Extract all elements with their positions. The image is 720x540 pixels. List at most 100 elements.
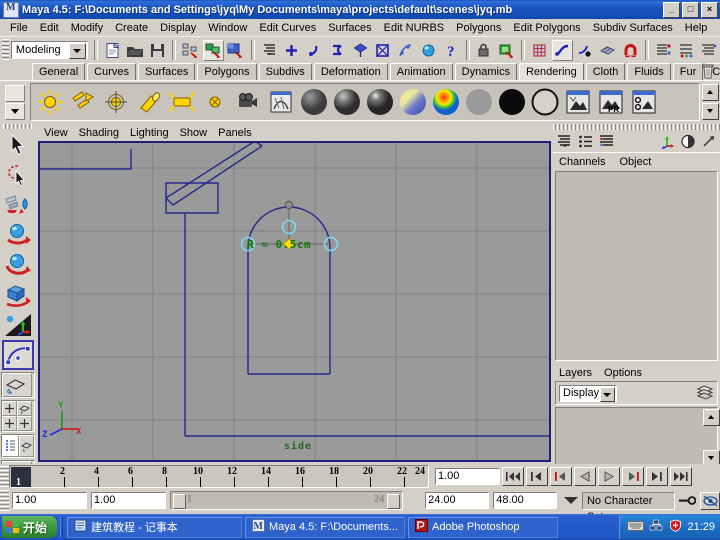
taskbar-item-maya[interactable]: M Maya 4.5: F:\Documents... xyxy=(245,516,406,538)
universal-manipulator-tool[interactable] xyxy=(2,310,34,340)
surface-shader-icon[interactable] xyxy=(462,86,495,119)
select-by-component-icon[interactable] xyxy=(226,40,247,61)
playback-end-time-field[interactable]: 24.00 xyxy=(425,492,490,509)
point-light-icon[interactable] xyxy=(99,86,132,119)
status-line-grip[interactable] xyxy=(2,39,9,61)
close-button[interactable]: × xyxy=(701,2,718,18)
select-by-object-icon[interactable] xyxy=(203,39,224,61)
new-layer-icon[interactable] xyxy=(696,383,714,403)
area-light-icon[interactable] xyxy=(165,86,198,119)
hulls-mask-icon[interactable] xyxy=(372,40,393,61)
menu-create[interactable]: Create xyxy=(109,21,154,35)
attribute-arrow-icon[interactable] xyxy=(699,131,719,151)
viewport-menu-shading[interactable]: Shading xyxy=(79,127,126,139)
ime-keyboard-icon[interactable] xyxy=(627,519,645,535)
maximize-button[interactable]: □ xyxy=(682,2,699,18)
four-view-layout[interactable] xyxy=(1,400,35,432)
shelf-tab-dynamics[interactable]: Dynamics xyxy=(454,63,517,80)
step-back-key-button[interactable] xyxy=(526,467,548,486)
go-to-start-button[interactable] xyxy=(502,467,524,486)
lines-mask-icon[interactable] xyxy=(327,40,348,61)
snap-point-icon[interactable] xyxy=(575,40,596,61)
go-to-end-button[interactable] xyxy=(670,467,692,486)
tool-settings-icon[interactable] xyxy=(597,131,617,151)
menu-edit-polygons[interactable]: Edit Polygons xyxy=(507,21,586,35)
shelf-tab-rendering[interactable]: Rendering xyxy=(518,63,584,81)
highlight-selection-icon[interactable] xyxy=(496,40,517,61)
snap-curve-icon[interactable] xyxy=(551,39,573,61)
spot-light-icon[interactable] xyxy=(132,86,165,119)
character-set-field[interactable]: No Character Set xyxy=(581,491,675,523)
character-set-dropdown-button[interactable] xyxy=(560,492,582,510)
outliner-persp-layout[interactable] xyxy=(1,434,35,458)
component-mask-icon[interactable] xyxy=(259,40,280,61)
ipr-render-icon[interactable]: PR xyxy=(594,86,627,119)
show-manip-icon[interactable] xyxy=(657,131,677,151)
shelf-tab-animation[interactable]: Animation xyxy=(389,63,453,80)
lasso-select-tool[interactable] xyxy=(2,160,34,190)
shelf-scroll-up-button[interactable] xyxy=(702,84,719,101)
layered-shader-icon[interactable] xyxy=(528,86,561,119)
taskbar-item-notepad[interactable]: 建筑教程 - 记事本 xyxy=(67,516,243,538)
time-slider[interactable]: 1 2 4 6 8 10 12 14 16 18 20 22 24 xyxy=(9,465,429,488)
shelf-tab-general[interactable]: General xyxy=(32,63,86,80)
step-back-frame-button[interactable] xyxy=(550,467,572,486)
step-forward-frame-button[interactable] xyxy=(622,467,644,486)
soft-modification-tool[interactable] xyxy=(2,340,34,370)
input-connections-icon[interactable] xyxy=(653,40,674,61)
start-button[interactable]: 开始 xyxy=(2,516,58,538)
viewport-menu-lighting[interactable]: Lighting xyxy=(130,127,176,139)
ramp-texture-icon[interactable] xyxy=(429,86,462,119)
shelf-tab-fur[interactable]: Fur xyxy=(672,63,704,80)
shelf-tab-polygons[interactable]: Polygons xyxy=(197,63,257,80)
handles-mask-icon[interactable] xyxy=(418,40,439,61)
menu-edit-nurbs[interactable]: Edit NURBS xyxy=(378,21,451,35)
animation-preferences-icon[interactable] xyxy=(700,491,720,510)
select-by-hierarchy-icon[interactable] xyxy=(180,40,201,61)
blinn-material-icon[interactable] xyxy=(330,86,363,119)
use-background-icon[interactable] xyxy=(495,86,528,119)
four-view-cell-top-left[interactable] xyxy=(2,401,17,416)
paint-select-tool[interactable] xyxy=(2,190,34,220)
viewport-menu-view[interactable]: View xyxy=(44,127,75,139)
pivots-mask-icon[interactable] xyxy=(395,40,416,61)
shelf-tab-deformation[interactable]: Deformation xyxy=(313,63,388,80)
menu-display[interactable]: Display xyxy=(154,21,202,35)
points-mask-icon[interactable] xyxy=(281,40,302,61)
channel-box-menu-channels[interactable]: Channels xyxy=(559,156,605,168)
system-clock[interactable]: 21:29 xyxy=(687,521,715,533)
rotate-tool[interactable] xyxy=(2,250,34,280)
current-frame-field[interactable]: 1.00 xyxy=(435,468,500,485)
viewport-menu-show[interactable]: Show xyxy=(180,127,215,139)
four-view-cell-bottom-left[interactable] xyxy=(2,416,17,431)
menu-surfaces[interactable]: Surfaces xyxy=(322,21,377,35)
layer-list-body[interactable] xyxy=(556,408,702,468)
scale-tool[interactable] xyxy=(2,280,34,310)
scroll-up-icon[interactable] xyxy=(703,409,720,426)
snap-magnet-icon[interactable] xyxy=(620,40,641,61)
auto-key-icon[interactable] xyxy=(677,492,699,510)
camera-icon[interactable] xyxy=(231,86,264,119)
shelf-tab-fluids[interactable]: Fluids xyxy=(627,63,671,80)
animation-start-time-field[interactable]: 1.00 xyxy=(12,492,87,509)
persp-pane-icon[interactable] xyxy=(19,435,34,457)
layer-list-scrollbar[interactable] xyxy=(702,408,720,468)
render-current-frame-icon[interactable] xyxy=(561,86,594,119)
lambert-material-icon[interactable] xyxy=(297,86,330,119)
viewport-menu-panels[interactable]: Panels xyxy=(218,127,259,139)
channel-box-icon[interactable] xyxy=(555,131,575,151)
menu-modify[interactable]: Modify xyxy=(65,21,109,35)
outliner-pane-icon[interactable] xyxy=(2,435,19,457)
menu-window[interactable]: Window xyxy=(202,21,253,35)
antivirus-shield-icon[interactable] xyxy=(669,519,682,535)
select-tool[interactable] xyxy=(2,130,34,160)
volume-light-icon[interactable] xyxy=(198,86,231,119)
range-end-handle[interactable] xyxy=(387,494,401,509)
parm-points-mask-icon[interactable] xyxy=(304,40,325,61)
lock-icon[interactable] xyxy=(474,40,495,61)
viewport-canvas[interactable]: Y X Z R = 0.5cm side xyxy=(38,141,551,462)
directional-light-icon[interactable] xyxy=(66,86,99,119)
step-forward-key-button[interactable] xyxy=(646,467,668,486)
save-scene-icon[interactable] xyxy=(148,40,169,61)
shelf-tab-curves[interactable]: Curves xyxy=(87,63,136,80)
